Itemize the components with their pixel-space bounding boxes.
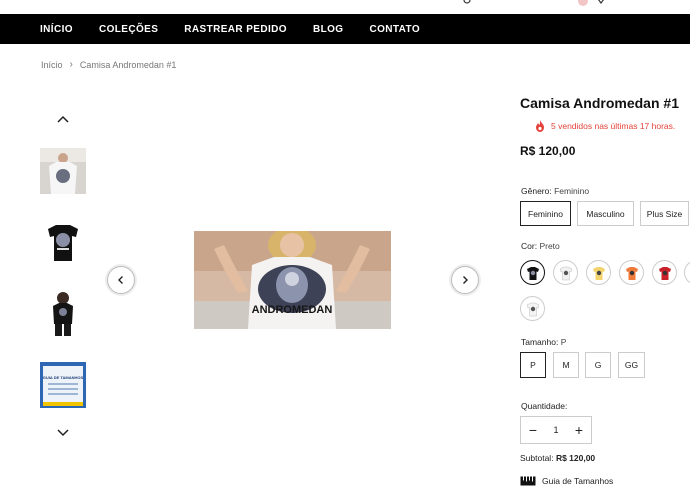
size-guide-label: Guia de Tamanhos [542, 476, 614, 486]
product-price: R$ 120,00 [520, 144, 576, 158]
breadcrumb: Início › Camisa Andromedan #1 [41, 59, 176, 70]
quantity-label: Quantidade: [521, 401, 568, 411]
chevron-right-icon [463, 276, 468, 284]
color-swatch-amarelo[interactable] [586, 260, 611, 285]
thumbnail-white-shirt[interactable] [40, 148, 86, 194]
color-swatch-laranja[interactable] [619, 260, 644, 285]
color-swatch-extra[interactable] [684, 260, 690, 285]
gender-option-masculino[interactable]: Masculino [577, 201, 634, 226]
thumbnail-model-black-shirt[interactable] [40, 290, 86, 336]
tshirt-yellow-icon [592, 266, 605, 280]
tshirt-orange-icon [625, 266, 638, 280]
size-guide-thumb-title: GUIA DE TAMANHOS [43, 375, 84, 380]
size-option-m[interactable]: M [553, 352, 579, 378]
color-label-row: Cor: Preto [521, 241, 560, 251]
sold-notice: 5 vendidos nas últimas 17 horas. [535, 120, 675, 132]
size-option-g[interactable]: G [585, 352, 611, 378]
cart-badge-icon[interactable] [578, 0, 588, 6]
color-swatch-preto[interactable] [520, 260, 545, 285]
thumbnail-black-shirt[interactable] [40, 219, 86, 265]
main-navigation: INÍCIO COLEÇÕES RASTREAR PEDIDO BLOG CON… [0, 14, 690, 44]
tshirt-white-icon [559, 266, 572, 280]
ruler-icon [520, 476, 536, 486]
product-title: Camisa Andromedan #1 [520, 95, 679, 111]
gender-option-feminino[interactable]: Feminino [520, 201, 571, 226]
size-value: P [560, 337, 567, 347]
color-swatch-cinza-claro[interactable] [520, 296, 545, 321]
chevron-right-icon: › [69, 59, 73, 70]
gender-label-row: Gênero: Feminino [521, 186, 589, 196]
thumbnail-size-guide[interactable]: GUIA DE TAMANHOS [40, 362, 86, 408]
color-swatch-branco[interactable] [553, 260, 578, 285]
size-label: Tamanho: [521, 337, 559, 347]
shirt-print-text: ANDROMEDAN [252, 304, 333, 316]
flame-icon [536, 120, 544, 132]
search-icon[interactable] [463, 0, 473, 6]
tshirt-red-icon [658, 266, 671, 280]
nav-item-contato[interactable]: CONTATO [369, 24, 420, 35]
chevron-down-icon[interactable] [56, 428, 70, 438]
quantity-input[interactable]: 1 [553, 425, 558, 435]
gender-label: Gênero: [521, 186, 552, 196]
nav-item-rastrear-pedido[interactable]: RASTREAR PEDIDO [184, 24, 287, 35]
gallery-prev-button[interactable] [107, 266, 135, 294]
size-guide-link[interactable]: Guia de Tamanhos [520, 476, 613, 486]
size-label-row: Tamanho: P [521, 337, 566, 347]
color-value: Preto [539, 241, 560, 251]
chevron-up-icon[interactable] [56, 114, 70, 124]
subtotal-label: Subtotal: [520, 453, 554, 463]
sold-notice-text: 5 vendidos nas últimas 17 horas. [551, 121, 676, 131]
tshirt-light-icon [526, 302, 539, 316]
subtotal: Subtotal: R$ 120,00 [520, 453, 595, 463]
nav-item-inicio[interactable]: INÍCIO [40, 24, 73, 35]
subtotal-value: R$ 120,00 [555, 453, 596, 463]
quantity-decrease-button[interactable]: − [527, 423, 539, 437]
quantity-increase-button[interactable]: + [573, 423, 585, 437]
main-product-image: ANDROMEDAN [194, 227, 391, 329]
breadcrumb-current: Camisa Andromedan #1 [79, 59, 177, 70]
tshirt-black-icon [526, 266, 539, 280]
color-swatch-vermelho[interactable] [652, 260, 677, 285]
quantity-stepper: − 1 + [520, 416, 592, 444]
nav-item-blog[interactable]: BLOG [313, 24, 344, 35]
color-label: Cor: [521, 241, 538, 251]
top-utility-bar [0, 0, 690, 14]
gender-value: Feminino [554, 186, 590, 196]
chevron-left-icon [118, 276, 123, 284]
size-option-gg[interactable]: GG [618, 352, 645, 378]
gallery-next-button[interactable] [451, 266, 479, 294]
breadcrumb-home[interactable]: Início [41, 60, 63, 70]
size-option-p[interactable]: P [520, 352, 546, 378]
nav-item-colecoes[interactable]: COLEÇÕES [99, 24, 158, 35]
heart-icon[interactable] [596, 0, 606, 6]
gender-option-plus-size[interactable]: Plus Size [640, 201, 689, 226]
